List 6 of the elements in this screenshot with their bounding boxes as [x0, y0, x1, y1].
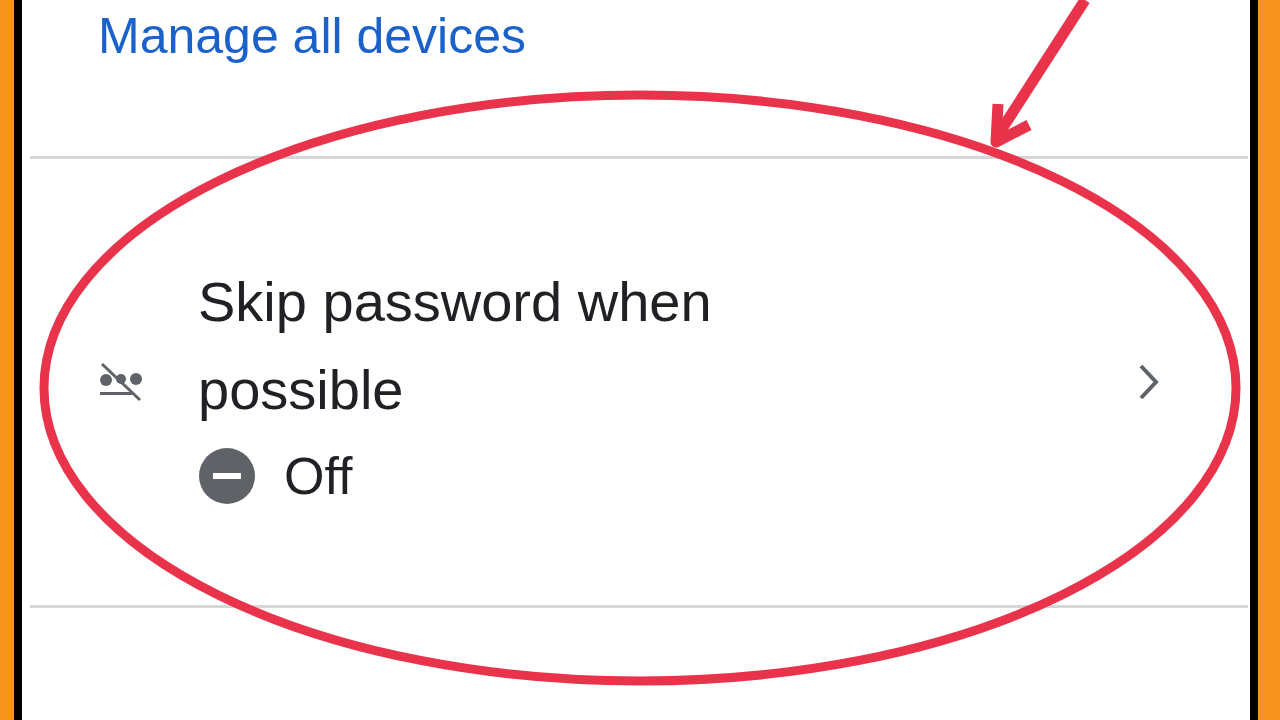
dots-slashed-icon [98, 362, 144, 402]
setting-title: Skip password when possible [198, 269, 713, 423]
chevron-right-icon [1138, 363, 1160, 401]
setting-row[interactable]: Skip password when possible Off [22, 159, 1250, 605]
manage-devices-link[interactable]: Manage all devices [98, 6, 527, 76]
status-text: Off [284, 446, 353, 506]
